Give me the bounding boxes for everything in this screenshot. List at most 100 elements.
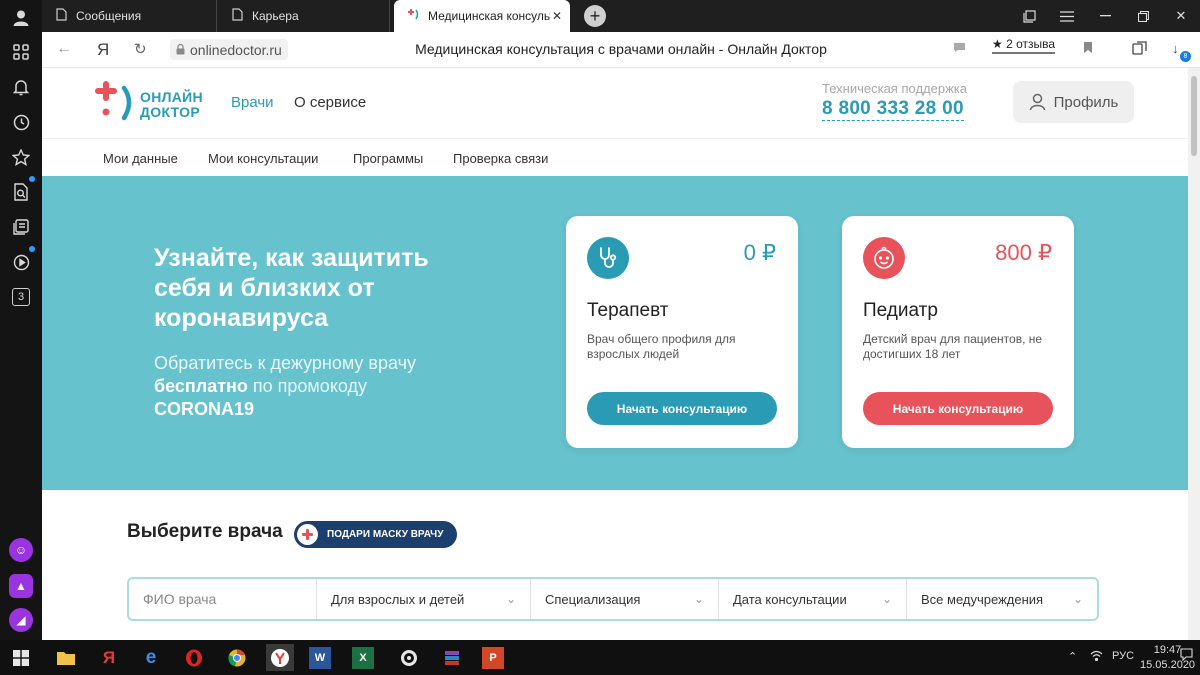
nav-about[interactable]: О сервисе <box>294 94 366 111</box>
scrollbar-thumb[interactable] <box>1191 76 1197 156</box>
hero-sub-part: Обратитесь к дежурному врачу <box>154 353 417 373</box>
card-price: 0 ₽ <box>743 240 776 265</box>
logo-line-1: ОНЛАЙН <box>140 89 203 105</box>
tab-career[interactable]: Карьера <box>218 0 390 32</box>
subnav-programs[interactable]: Программы <box>353 151 423 166</box>
download-icon[interactable]: ↓ <box>1172 41 1179 56</box>
tab-strip: Сообщения Карьера Медицинская консульт ✕… <box>42 0 1200 32</box>
gift-mask-button[interactable]: ПОДАРИ МАСКУ ВРАЧУ <box>294 521 457 548</box>
sub-navigation: Мои данные Мои консультации Программы Пр… <box>42 138 1188 176</box>
chevron-down-icon: ⌄ <box>881 592 892 606</box>
support-phone[interactable]: 8 800 333 28 00 <box>822 98 964 121</box>
apps-grid-icon[interactable] <box>9 40 33 64</box>
person-icon <box>1029 93 1045 111</box>
tab-counter-icon[interactable]: 3 <box>12 288 30 306</box>
restore-icon[interactable] <box>1124 0 1162 32</box>
windows-taskbar: Я e W X P ⌃ РУС 19:47 15.05.2020 <box>0 640 1200 675</box>
language-indicator[interactable]: РУС <box>1112 650 1134 662</box>
subnav-my-data[interactable]: Мои данные <box>103 151 178 166</box>
yandex-taskbar-icon[interactable]: Я <box>95 644 123 671</box>
close-window-icon[interactable]: ✕ <box>1162 0 1200 32</box>
excel-icon[interactable]: X <box>352 647 374 669</box>
chat-bubble-icon[interactable] <box>953 41 966 56</box>
stethoscope-icon <box>587 237 629 279</box>
history-clock-icon[interactable] <box>9 110 33 134</box>
tray-expand-icon[interactable]: ⌃ <box>1068 650 1077 663</box>
age-select[interactable]: Для взрослых и детей ⌄ <box>317 579 531 619</box>
scrollbar[interactable] <box>1188 68 1200 640</box>
tab-online-doctor[interactable]: Медицинская консульт ✕ <box>394 0 570 32</box>
windows-start-icon[interactable] <box>7 644 35 671</box>
logo-text: ОНЛАЙН ДОКТОР <box>140 90 203 120</box>
date-select[interactable]: Дата консультации ⌄ <box>719 579 907 619</box>
card-price: 800 ₽ <box>995 240 1052 265</box>
file-explorer-icon[interactable] <box>52 644 80 671</box>
obs-icon[interactable] <box>395 644 423 671</box>
alice-voice-icon[interactable]: ◢ <box>9 608 33 632</box>
nav-doctors[interactable]: Врачи <box>231 94 274 111</box>
extensions-icon[interactable] <box>1132 41 1148 58</box>
start-consultation-button[interactable]: Начать консультацию <box>863 392 1053 425</box>
file-icon <box>54 8 68 24</box>
new-tab-plus-icon[interactable]: + <box>584 5 606 27</box>
hero-subtext: Обратитесь к дежурному врачу бесплатно п… <box>154 352 454 421</box>
logo-line-2: ДОКТОР <box>140 104 200 120</box>
subnav-connection-check[interactable]: Проверка связи <box>453 151 548 166</box>
start-consultation-button[interactable]: Начать консультацию <box>587 392 777 425</box>
search-page-icon[interactable] <box>9 180 33 204</box>
internet-explorer-icon[interactable]: e <box>137 644 165 671</box>
notification-dot <box>29 246 35 252</box>
messenger-icon[interactable]: ▲ <box>9 574 33 598</box>
red-cross-icon <box>297 524 318 545</box>
clinic-select-value: Все медучреждения <box>921 591 1044 607</box>
chevron-down-icon: ⌄ <box>1072 592 1083 606</box>
tab-label: Медицинская консульт <box>428 9 550 23</box>
user-icon[interactable] <box>9 6 33 30</box>
date-select-value: Дата консультации <box>733 591 847 607</box>
hero-headline: Узнайте, как защитить себя и близких от … <box>154 244 429 332</box>
browser-sidebar: 3 ☺ ▲ ◢ <box>0 0 42 640</box>
profile-button[interactable]: Профиль <box>1013 81 1134 123</box>
menu-icon[interactable] <box>1048 0 1086 32</box>
support-label: Техническая поддержка <box>822 81 967 96</box>
wifi-icon[interactable] <box>1090 650 1103 664</box>
video-play-icon[interactable] <box>9 250 33 274</box>
pediatrician-card[interactable]: 800 ₽ Педиатр Детский врач для пациентов… <box>842 216 1074 448</box>
hero-sub-part: по промокоду <box>247 376 368 396</box>
tab-label: Карьера <box>252 9 299 23</box>
web-page: ОНЛАЙН ДОКТОР Врачи О сервисе Техническа… <box>42 68 1188 640</box>
word-icon[interactable]: W <box>309 647 331 669</box>
address-bar: ← Я ↻ onlinedoctor.ru Медицинская консул… <box>42 32 1200 68</box>
bookmark-icon[interactable] <box>1083 41 1093 57</box>
hero-sub-bold: бесплатно <box>154 376 248 396</box>
subnav-my-consultations[interactable]: Мои консультации <box>208 151 318 166</box>
chrome-icon[interactable] <box>223 644 251 671</box>
notifications-icon[interactable] <box>1180 648 1193 664</box>
collections-icon[interactable] <box>9 215 33 239</box>
doctor-name-input[interactable]: ФИО врача <box>129 579 317 619</box>
yandex-browser-icon[interactable] <box>266 644 294 671</box>
star-icon: ★ <box>992 37 1003 51</box>
clinic-select[interactable]: Все медучреждения ⌄ <box>907 579 1097 619</box>
tabs-list-icon[interactable] <box>1010 0 1048 32</box>
reviews-link[interactable]: ★ 2 отзыва <box>992 37 1056 54</box>
file-icon <box>230 8 244 24</box>
powerpoint-icon[interactable]: P <box>482 647 504 669</box>
bell-icon[interactable] <box>9 75 33 99</box>
winrar-icon[interactable] <box>438 644 466 671</box>
baby-face-icon <box>863 237 905 279</box>
logo-cross-icon <box>95 81 132 121</box>
card-title: Терапевт <box>587 300 669 321</box>
opera-icon[interactable] <box>180 644 208 671</box>
close-tab-icon[interactable]: ✕ <box>552 9 562 23</box>
site-header: ОНЛАЙН ДОКТОР Врачи О сервисе Техническа… <box>42 68 1188 138</box>
bookmarks-star-icon[interactable] <box>9 145 33 169</box>
card-description: Врач общего профиля для взрослых людей <box>587 332 736 361</box>
tab-messages[interactable]: Сообщения <box>42 0 217 32</box>
specialization-select[interactable]: Специализация ⌄ <box>531 579 719 619</box>
therapist-card[interactable]: 0 ₽ Терапевт Врач общего профиля для взр… <box>566 216 798 448</box>
alice-assistant-icon[interactable]: ☺ <box>9 538 33 562</box>
chevron-down-icon: ⌄ <box>693 592 704 606</box>
minimize-icon[interactable] <box>1086 0 1124 32</box>
site-logo[interactable]: ОНЛАЙН ДОКТОР <box>92 80 212 125</box>
